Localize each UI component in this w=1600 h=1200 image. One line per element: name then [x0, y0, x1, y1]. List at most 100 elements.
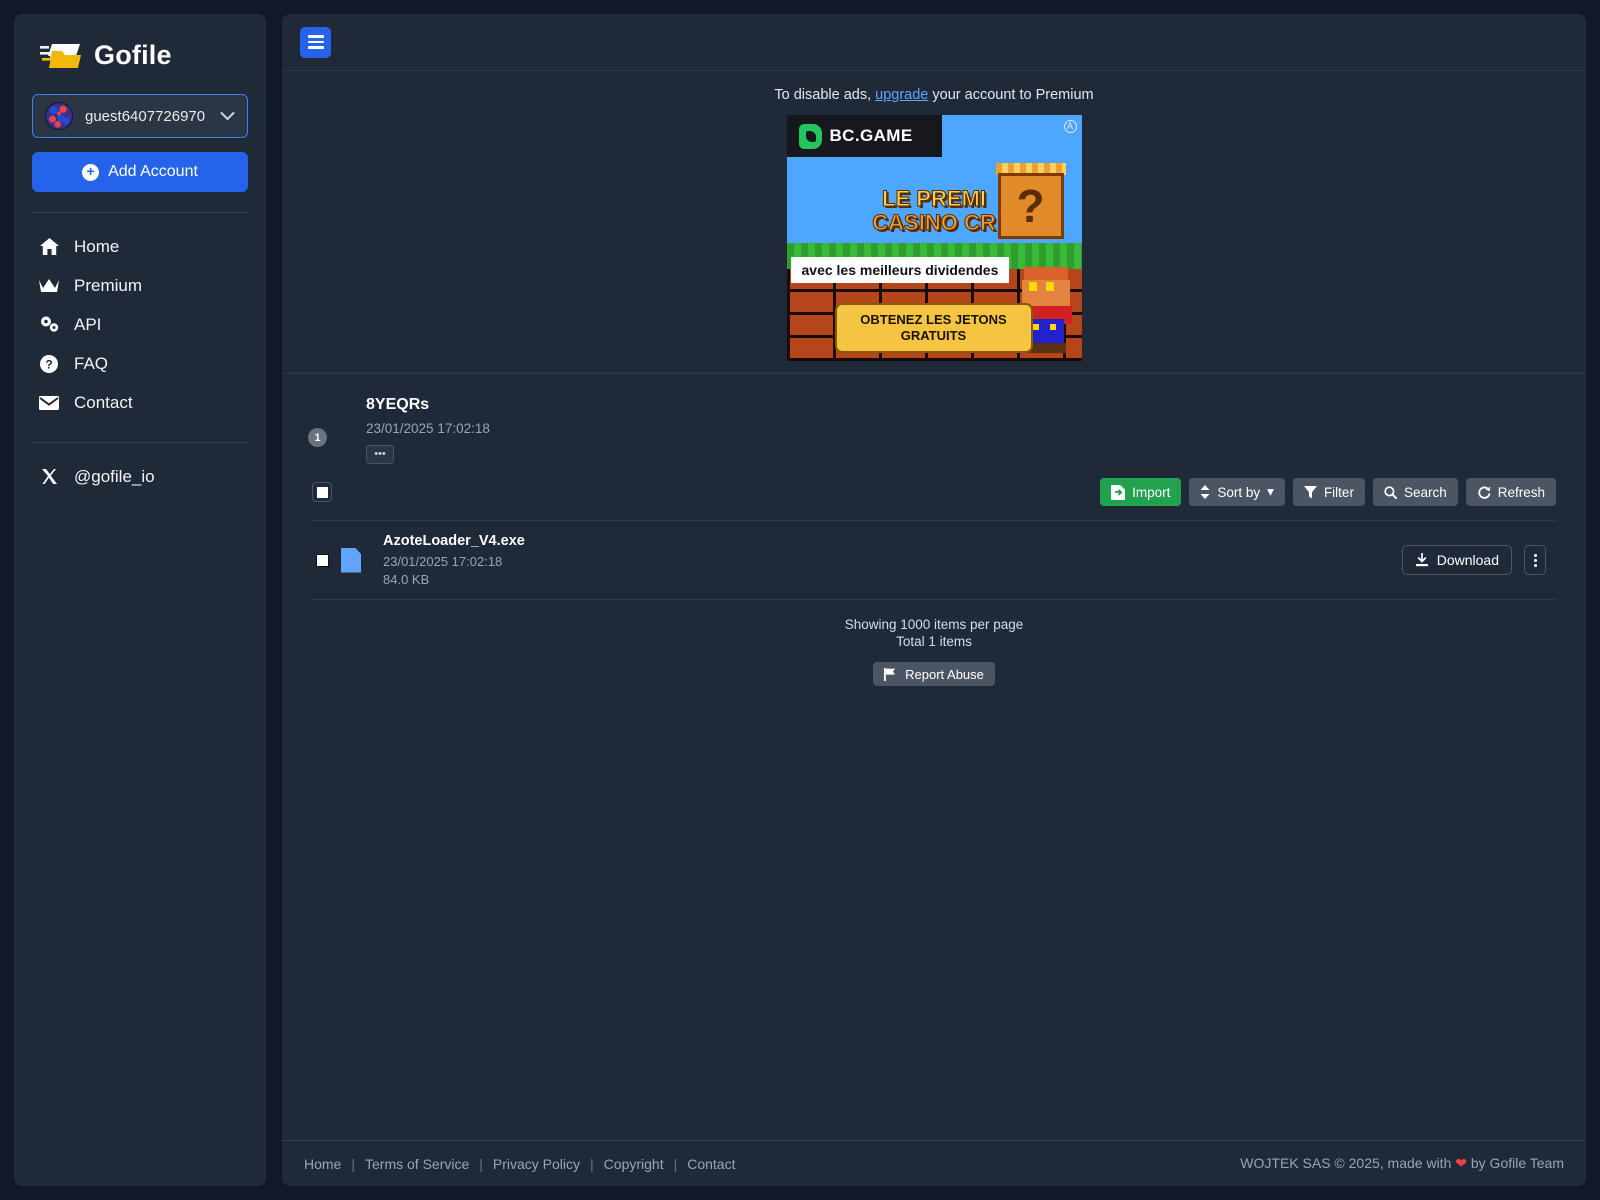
ad-choices-icon[interactable]: A	[1063, 120, 1077, 133]
footer-separator: |	[590, 1155, 594, 1172]
main-panel: To disable ads, upgrade your account to …	[282, 14, 1586, 1186]
folder-info: 8YEQRs 23/01/2025 17:02:18 •••	[366, 396, 490, 464]
ad-notice: To disable ads, upgrade your account to …	[282, 87, 1586, 103]
sidebar-item-label: Contact	[74, 392, 133, 412]
pagination-info: Showing 1000 items per page Total 1 item…	[312, 616, 1556, 686]
import-button[interactable]: Import	[1100, 478, 1182, 506]
sidebar-item-twitter[interactable]: @gofile_io	[32, 457, 248, 496]
footer-link-home[interactable]: Home	[304, 1156, 341, 1172]
add-account-label: Add Account	[108, 163, 198, 180]
folder-name: 8YEQRs	[366, 396, 430, 413]
add-account-button[interactable]: + Add Account	[32, 152, 248, 192]
ad-notice-prefix: To disable ads,	[774, 87, 872, 103]
footer-link-terms[interactable]: Terms of Service	[365, 1156, 469, 1172]
sidebar-divider-bottom	[32, 442, 248, 443]
upgrade-link[interactable]: upgrade	[875, 87, 928, 103]
report-abuse-button[interactable]: Report Abuse	[873, 662, 995, 686]
svg-text:?: ?	[45, 357, 52, 371]
x-twitter-icon	[38, 468, 60, 485]
account-name: guest6407726970	[85, 107, 206, 125]
sidebar-item-label: Premium	[74, 275, 143, 295]
sidebar-item-label: @gofile_io	[74, 466, 155, 486]
chevron-down-icon	[220, 111, 235, 121]
sidebar-item-premium[interactable]: Premium	[32, 266, 248, 305]
sidebar-social-nav: @gofile_io	[14, 457, 266, 496]
sidebar-item-label: Home	[74, 236, 120, 256]
toolbar-buttons: Import Sort by ▾ Filter Search Refresh	[1100, 478, 1556, 506]
copyright-suffix: by Gofile Team	[1470, 1155, 1564, 1171]
footer: Home | Terms of Service | Privacy Policy | Cop…	[282, 1140, 1586, 1186]
search-button[interactable]: Search	[1372, 478, 1458, 506]
footer-copyright: WOJTEK SAS © 2025, made with ❤ by Gofile…	[1240, 1155, 1564, 1172]
sort-by-button[interactable]: Sort by ▾	[1189, 478, 1285, 506]
footer-link-privacy[interactable]: Privacy Policy	[493, 1156, 580, 1172]
top-bar	[282, 14, 1586, 71]
ad-headline-line2: CASINO CR	[872, 210, 996, 235]
download-icon	[1415, 553, 1429, 567]
search-icon	[1384, 485, 1397, 499]
refresh-icon	[1477, 486, 1491, 499]
sidebar-item-label: API	[74, 314, 102, 334]
account-section: guest6407726970 + Add Account	[14, 94, 266, 192]
sidebar-nav: Home Premium API ? FAQ Contact	[14, 227, 266, 422]
report-abuse-label: Report Abuse	[905, 666, 984, 682]
identicon-avatar-icon	[45, 102, 73, 130]
ad-headline: LE PREMI CASINO CR	[787, 186, 1082, 235]
table-row[interactable]: AzoteLoader_V4.exe 23/01/2025 17:02:18 8…	[312, 521, 1556, 600]
ad-brand-name: BC.GAME	[829, 126, 913, 145]
sidebar-item-faq[interactable]: ? FAQ	[32, 344, 248, 383]
content-area: 1 8YEQRs 23/01/2025 17:02:18 ••• Import	[282, 374, 1586, 1140]
ad-notice-suffix: your account to Premium	[932, 87, 1094, 103]
ad-zone: To disable ads, upgrade your account to …	[282, 71, 1586, 374]
heart-icon: ❤	[1455, 1155, 1467, 1171]
file-size: 84.0 KB	[383, 572, 430, 587]
crown-icon	[38, 278, 60, 293]
footer-link-contact[interactable]: Contact	[687, 1156, 735, 1172]
sort-icon	[1200, 485, 1210, 499]
sidebar-item-contact[interactable]: Contact	[32, 383, 248, 422]
bcgame-logo-icon	[798, 123, 822, 149]
ad-headline-line1: LE PREMI	[882, 186, 987, 211]
row-menu-button[interactable]	[1524, 545, 1546, 575]
flag-icon	[884, 667, 897, 681]
refresh-button[interactable]: Refresh	[1465, 478, 1556, 506]
sidebar: Gofile guest6407726970 + Add Account Hom…	[14, 14, 266, 1186]
download-button[interactable]: Download	[1401, 545, 1512, 575]
sidebar-item-api[interactable]: API	[32, 305, 248, 344]
sidebar-divider-top	[32, 212, 248, 213]
import-label: Import	[1132, 484, 1171, 500]
sidebar-item-home[interactable]: Home	[32, 227, 248, 266]
ad-banner[interactable]: BC.GAME LE PREMI CASINO CR avec les meil…	[786, 115, 1082, 361]
gofile-folder-logo-icon	[40, 38, 82, 72]
file-date: 23/01/2025 17:02:18	[383, 554, 503, 569]
brand[interactable]: Gofile	[14, 32, 266, 94]
account-selector[interactable]: guest6407726970	[32, 94, 248, 138]
question-circle-icon: ?	[38, 354, 60, 373]
sidebar-item-label: FAQ	[74, 353, 109, 373]
folder-more-button[interactable]: •••	[366, 445, 394, 464]
folder-child-count: 1	[308, 428, 327, 447]
ad-subtitle: avec les meilleurs dividendes	[790, 257, 1010, 283]
download-label: Download	[1436, 552, 1499, 568]
footer-separator: |	[351, 1155, 355, 1172]
app-root: Gofile guest6407726970 + Add Account Hom…	[0, 0, 1600, 1200]
folder-header: 1 8YEQRs 23/01/2025 17:02:18 •••	[308, 396, 1556, 464]
footer-link-copyright[interactable]: Copyright	[604, 1156, 664, 1172]
ad-cta-button[interactable]: OBTENEZ LES JETONS GRATUITS	[834, 303, 1033, 353]
caret-down-icon: ▾	[1267, 484, 1274, 499]
file-list: AzoteLoader_V4.exe 23/01/2025 17:02:18 8…	[312, 520, 1556, 600]
total-items: Total 1 items	[896, 634, 972, 649]
home-icon	[38, 238, 60, 255]
row-checkbox[interactable]	[316, 553, 329, 567]
gears-icon	[38, 316, 60, 333]
sort-by-label: Sort by	[1217, 484, 1261, 500]
select-all-checkbox[interactable]	[312, 482, 332, 502]
footer-links: Home | Terms of Service | Privacy Policy | Cop…	[304, 1156, 735, 1172]
file-meta: AzoteLoader_V4.exe 23/01/2025 17:02:18 8…	[373, 533, 1390, 587]
filter-button[interactable]: Filter	[1292, 478, 1365, 506]
search-label: Search	[1403, 484, 1447, 500]
folder-open-icon: 1	[308, 408, 352, 447]
hamburger-menu-icon[interactable]	[300, 26, 331, 58]
file-icon	[341, 547, 361, 573]
brand-name: Gofile	[94, 39, 172, 70]
